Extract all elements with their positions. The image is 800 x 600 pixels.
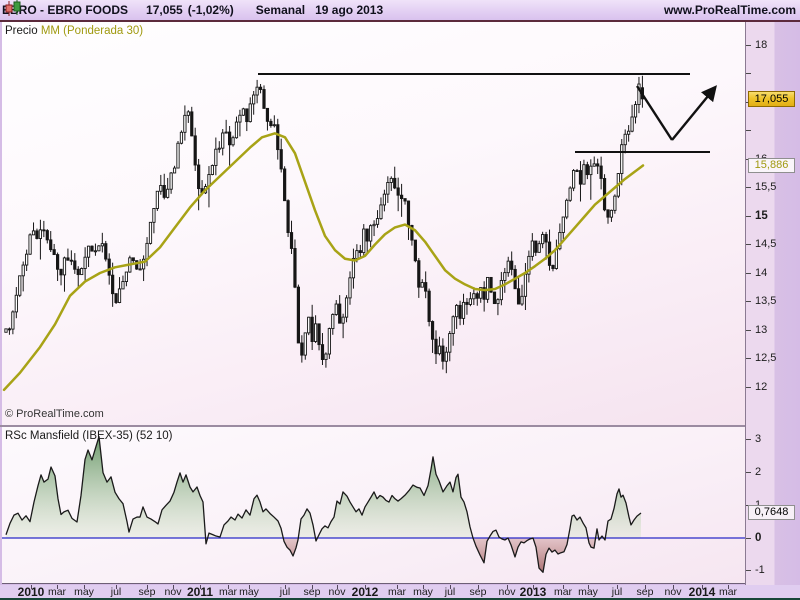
copyright-label: © ProRealTime.com [5,408,104,420]
title-bar: EBRO - EBRO FOODS 17,055 (-1,02%) Semana… [0,0,800,22]
projection-arrow[interactable] [671,85,717,141]
precio-label[interactable]: Precio [5,25,38,37]
price-axis-label: 12 [755,380,768,393]
indicator-axis-tick [746,570,751,572]
indicator-axis-tick [746,537,751,539]
rsc-mansfield-chart[interactable] [2,427,745,584]
mm-indicator-label[interactable]: MM (Ponderada 30) [41,25,143,37]
timeframe-label: Semanal [255,3,306,17]
drawn-annotations[interactable] [258,73,717,153]
indicator-axis-label: 2 [755,466,762,479]
price-axis-label: 15,5 [755,181,777,193]
time-axis[interactable]: 2010 mar may jul sep nov 2011 mar may jul sep nov 20… [0,585,800,598]
price-axis-tick [746,73,751,74]
value-axis[interactable]: 181615,51514,51413,51312,5123210-117,055… [746,22,800,585]
price-pane[interactable]: Precio MM (Ponderada 30) © ProRealTime.c… [2,22,745,425]
pane-separator[interactable] [0,425,745,427]
price-change: (-1,02%) [187,3,234,17]
price-axis-label: 15 [755,209,768,222]
indicator-pane[interactable]: RSc Mansfield (IBEX-35) (52 10) [2,427,745,584]
price-axis-label: 13 [755,323,768,336]
price-axis-tick [746,130,751,131]
price-axis-tick [746,187,751,188]
price-axis-tick [746,244,751,245]
price-axis-label: 12,5 [755,352,777,364]
price-axis-tick [746,386,751,388]
candles [4,75,644,374]
price-axis-tick [746,215,751,217]
candlestick-icon [5,0,21,16]
time-axis-label: mar [718,586,738,598]
rsc-mansfield-legend[interactable]: RSc Mansfield (IBEX-35) (52 10) [5,430,172,442]
last-price: 17,055 [146,3,183,17]
price-axis-label: 14,5 [755,238,777,250]
indicator-axis-tick [746,439,751,441]
indicator-value-box: 0,7648 [748,505,795,521]
indicator-axis-label: 0 [755,531,762,544]
mm-value-box: 15,886 [748,157,795,173]
price-axis-label: 13,5 [755,295,777,307]
price-axis-label: 14 [755,266,768,279]
prorealtime-site-link[interactable]: www.ProRealTime.com [664,3,796,17]
projection-down-leg[interactable] [635,85,674,141]
price-axis-tick [746,301,751,302]
date-label: 19 ago 2013 [315,3,384,17]
price-chart[interactable] [2,22,745,425]
price-pane-legend[interactable]: Precio MM (Ponderada 30) [5,25,143,37]
indicator-axis-label: 3 [755,433,762,446]
price-axis-tick [746,358,751,359]
price-axis-tick [746,329,751,331]
indicator-axis-tick [746,472,751,474]
indicator-axis-label: -1 [755,564,765,577]
price-axis-tick [746,44,751,46]
price-axis-tick [746,272,751,274]
last-price-box: 17,055 [748,90,795,107]
price-axis-label: 18 [755,38,768,51]
prorealtime-window: EBRO - EBRO FOODS 17,055 (-1,02%) Semana… [0,0,800,600]
